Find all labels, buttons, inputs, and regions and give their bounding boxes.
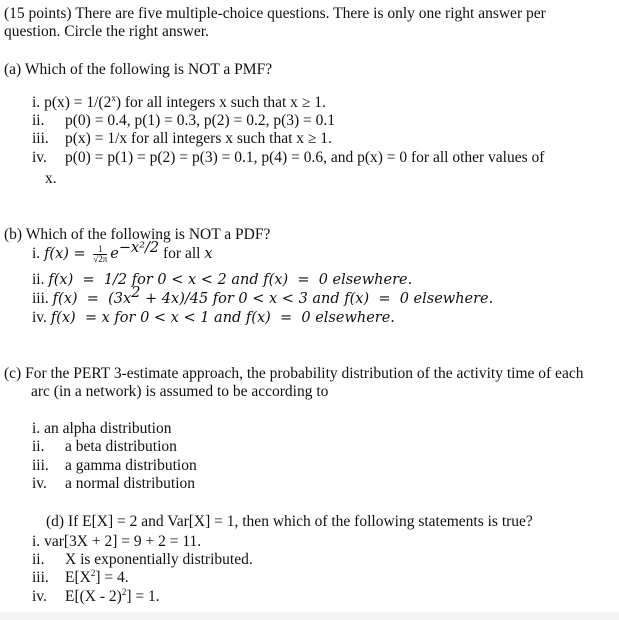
option-a-iv-continuation: x.	[45, 170, 57, 187]
option-label: iii.	[32, 130, 49, 147]
option-label: i.	[32, 245, 41, 263]
question-d-label: (d)	[46, 513, 65, 530]
option-b-iv[interactable]: iv. f(x) = x for 0 < x < 1 and f(x) = 0 …	[32, 309, 395, 327]
option-label: ii.	[32, 112, 45, 129]
option-c-ii[interactable]: ii. a beta distribution	[32, 438, 177, 456]
option-label: i.	[32, 420, 41, 437]
option-c-iv[interactable]: iv. a normal distribution	[32, 475, 195, 493]
option-a-iii[interactable]: iii. p(x) = 1/x for all integers x such t…	[32, 130, 332, 148]
question-c-text: For the PERT 3-estimate approach, the pr…	[25, 365, 584, 382]
option-d-iv[interactable]: iv. E[(X - 2)2] = 1.	[32, 588, 160, 606]
fraction: 1 √2π	[93, 244, 108, 264]
option-label: i.	[32, 94, 41, 111]
option-d-ii[interactable]: ii. X is exponentially distributed.	[32, 551, 253, 569]
question-a-text: Which of the following is NOT a PMF?	[24, 61, 273, 78]
option-c-i[interactable]: i. an alpha distribution	[32, 420, 171, 438]
option-label: iv.	[32, 588, 47, 605]
option-label: ii.	[32, 551, 45, 568]
question-d-title: (d) If E[X] = 2 and Var[X] = 1, then whi…	[46, 513, 533, 531]
bottom-margin-strip	[0, 612, 619, 620]
option-d-i[interactable]: i. var[3X + 2] = 9 + 2 = 11.	[32, 533, 201, 551]
option-b-iii[interactable]: iii. f(x) = (3x2 + 4x)/45 for 0 < x < 3 …	[32, 286, 493, 308]
instructions-line-1: (15 points) There are five multiple-choi…	[4, 5, 546, 22]
instructions-line-2: question. Circle the right answer.	[4, 23, 209, 40]
option-label: iii.	[32, 457, 49, 474]
option-label: iv.	[32, 475, 47, 492]
question-a-label: (a)	[4, 61, 22, 78]
option-d-iii[interactable]: iii. E[X2] = 4.	[32, 569, 129, 587]
option-label: iii.	[32, 290, 49, 307]
option-a-i[interactable]: i. p(x) = 1/(2x) for all integers x such…	[32, 94, 326, 112]
question-c-text-line-2: arc (in a network) is assumed to be acco…	[31, 383, 329, 400]
question-d-text: If E[X] = 2 and Var[X] = 1, then which o…	[67, 513, 533, 530]
option-label: ii.	[32, 438, 45, 455]
option-a-iv[interactable]: iv. p(0) = p(1) = p(2) = p(3) = 0.1, p(4)…	[32, 149, 544, 167]
option-a-ii[interactable]: ii. p(0) = 0.4, p(1) = 0.3, p(2) = 0.2, p…	[32, 112, 335, 130]
option-b-i[interactable]: i. f(x) = 1 √2π e−x²/2 for all x	[32, 241, 213, 267]
question-c-title: (c) For the PERT 3-estimate approach, th…	[4, 365, 583, 383]
option-c-iii[interactable]: iii. a gamma distribution	[32, 457, 197, 475]
option-b-ii[interactable]: ii. f(x) = 1/2 for 0 < x < 2 and f(x) = …	[32, 271, 412, 289]
question-b-label: (b)	[4, 226, 23, 243]
question-c-label: (c)	[4, 365, 22, 382]
option-label: iv.	[32, 149, 47, 166]
question-a-title: (a) Which of the following is NOT a PMF?	[4, 61, 272, 79]
option-label: i.	[32, 533, 41, 550]
option-label: ii.	[32, 271, 45, 288]
option-label: iv.	[32, 309, 47, 326]
option-label: iii.	[32, 569, 49, 586]
